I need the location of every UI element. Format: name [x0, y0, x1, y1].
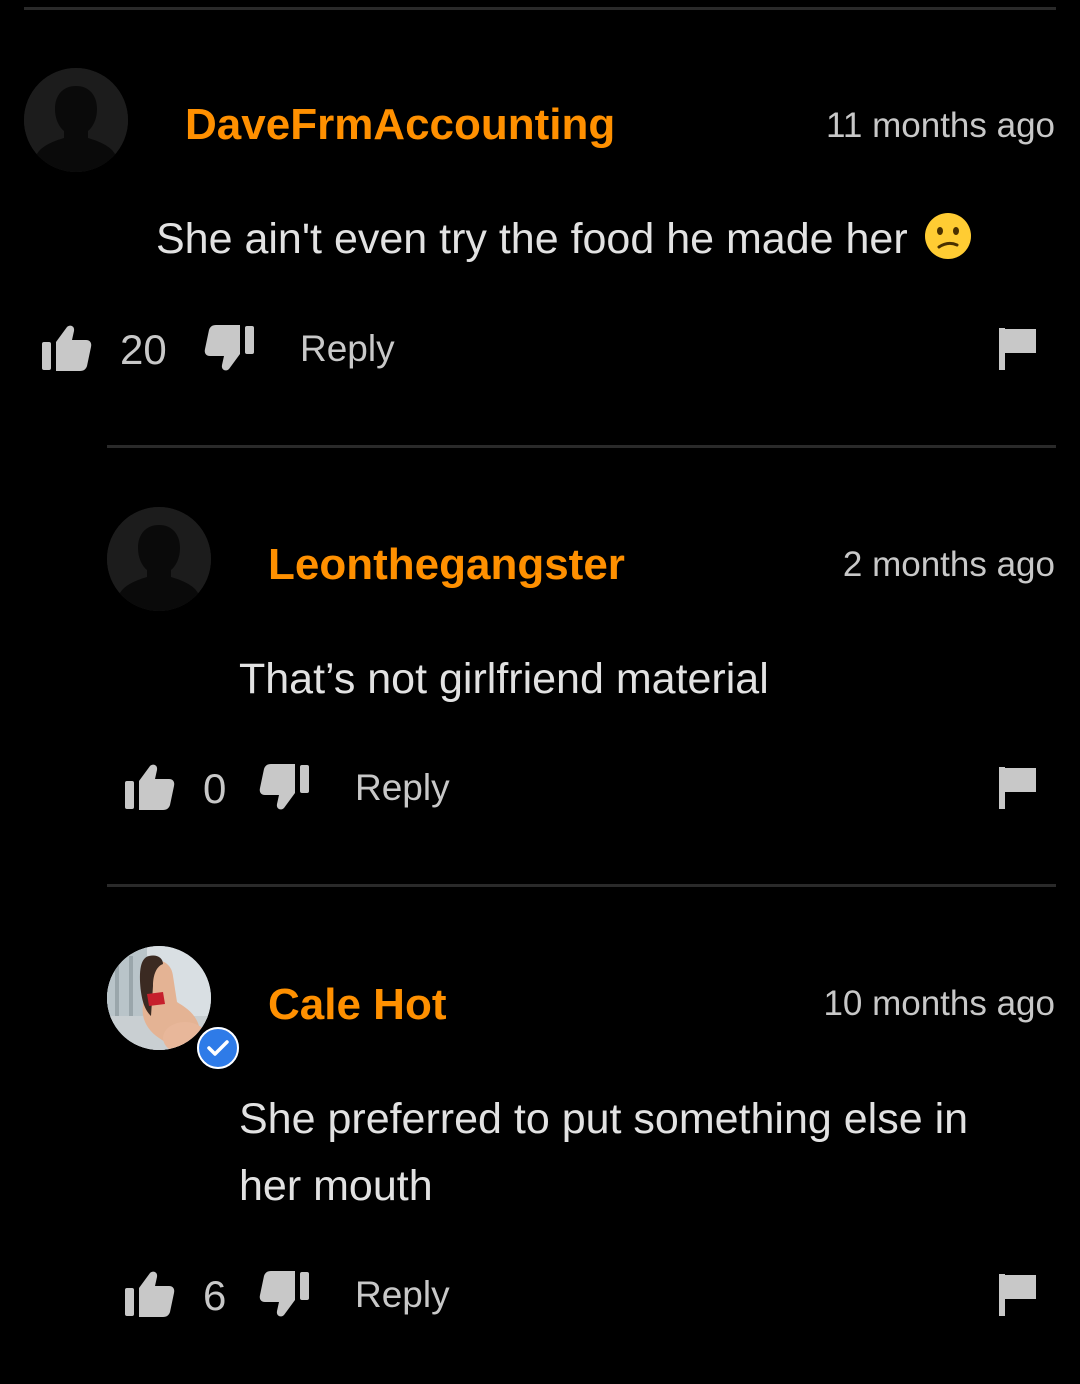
comment-actions: 0 Reply: [123, 759, 1040, 815]
confused-face-emoji-icon: [924, 213, 971, 259]
like-count: 6: [203, 1272, 227, 1319]
thumbs-up-icon[interactable]: [123, 1270, 175, 1318]
reply-button[interactable]: Reply: [355, 767, 450, 809]
verified-badge: [197, 1027, 239, 1069]
like-count: 20: [120, 326, 167, 373]
user-photo-avatar: [107, 946, 211, 1050]
thumbs-down-icon[interactable]: [259, 763, 311, 811]
timestamp: 11 months ago: [826, 106, 1055, 145]
thumbs-up-icon[interactable]: [123, 763, 175, 811]
default-avatar-icon: [107, 507, 211, 611]
reply-button[interactable]: Reply: [300, 328, 395, 370]
avatar[interactable]: [107, 507, 211, 611]
flag-icon[interactable]: [998, 765, 1038, 809]
comment-actions: 6 Reply: [123, 1266, 1040, 1322]
comment-text-content: She ain't even try the food he made her: [156, 215, 908, 263]
comment-actions: 20 Reply: [40, 320, 1040, 376]
comment-divider: [107, 445, 1056, 448]
top-divider: [24, 7, 1056, 10]
username[interactable]: Leonthegangster: [268, 540, 625, 590]
comment-text: She preferred to put something else in h…: [239, 1095, 969, 1210]
thumbs-up-icon[interactable]: [40, 324, 92, 372]
verified-check-icon: [197, 1027, 239, 1069]
default-avatar-icon: [24, 68, 128, 172]
flag-icon[interactable]: [998, 1272, 1038, 1316]
timestamp: 2 months ago: [842, 545, 1055, 584]
comment-text: She ain't even try the food he made her: [156, 206, 1036, 273]
timestamp: 10 months ago: [823, 984, 1055, 1023]
username[interactable]: Cale Hot: [268, 980, 446, 1030]
reply-button[interactable]: Reply: [355, 1274, 450, 1316]
username[interactable]: DaveFrmAccounting: [185, 100, 615, 150]
thumbs-down-icon[interactable]: [204, 324, 256, 372]
flag-icon[interactable]: [998, 326, 1038, 370]
avatar[interactable]: [107, 946, 211, 1050]
like-count: 0: [203, 765, 227, 812]
thumbs-down-icon[interactable]: [259, 1270, 311, 1318]
comment-text: That’s not girlfriend material: [239, 655, 769, 703]
avatar[interactable]: [24, 68, 128, 172]
comment-divider: [107, 884, 1056, 887]
